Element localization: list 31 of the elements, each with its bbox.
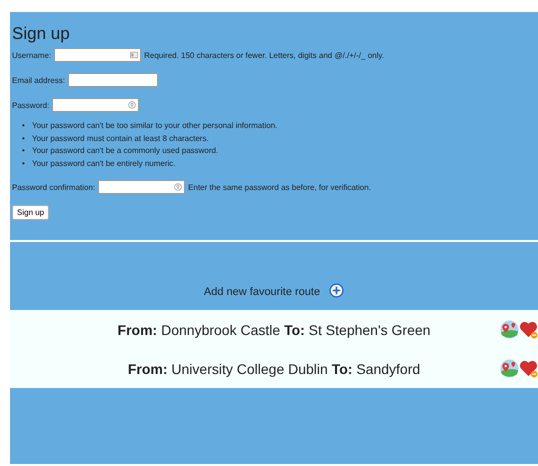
bullet: • <box>22 120 26 132</box>
input-field[interactable] <box>54 48 142 62</box>
add-icon[interactable] <box>329 283 344 298</box>
input-field[interactable] <box>98 180 186 194</box>
input-field[interactable] <box>68 73 158 87</box>
heart-icon[interactable] <box>519 359 538 378</box>
field-label: Password confirmation: <box>12 182 96 192</box>
key-icon <box>174 183 182 191</box>
bullet: • <box>22 158 26 170</box>
add-route-label: Add new favourite route <box>204 286 320 298</box>
map-pin-icon[interactable] <box>500 359 519 378</box>
heart-icon[interactable] <box>519 320 538 339</box>
help-text: Enter the same password as before, for verification. <box>188 182 371 192</box>
field-label: Email address: <box>12 76 65 84</box>
field-label: Password: <box>12 100 50 110</box>
contact-card-icon <box>130 51 138 59</box>
input-field[interactable] <box>52 98 140 112</box>
field-label: Username: <box>12 50 52 60</box>
help-text: Required. 150 characters or fewer. Letters, digits and @/./+/-/_ only. <box>144 50 384 60</box>
form-title: Sign up <box>12 24 71 44</box>
bullet: • <box>22 132 26 144</box>
password-rule: Your password can't be entirely numeric. <box>32 158 176 170</box>
bullet: • <box>22 145 26 157</box>
password-rule: Your password must contain at least 8 characters. <box>32 132 209 145</box>
route-text: From: University College Dublin To: Sandyford <box>128 360 420 376</box>
key-icon <box>128 101 136 109</box>
map-pin-icon[interactable] <box>500 320 519 339</box>
password-rule: Your password can't be a commonly used password. <box>32 145 218 157</box>
password-rule: Your password can't be too similar to your other personal information. <box>32 120 278 132</box>
sign-up-button[interactable]: Sign up <box>12 205 50 220</box>
route-text: From: Donnybrook Castle To: St Stephen's Green <box>118 322 430 338</box>
